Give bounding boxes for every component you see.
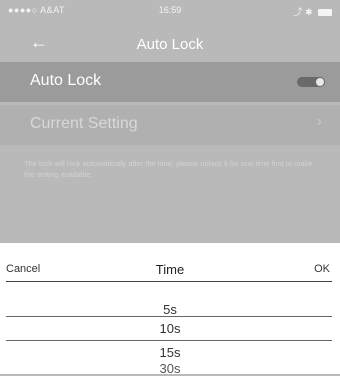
time-picker-sheet: Cancel Time OK 5s 10s 15s 30s: [0, 243, 340, 376]
current-setting-row[interactable]: Current Setting ›: [0, 105, 340, 145]
nav-bar: ← Auto Lock: [0, 28, 340, 62]
chevron-right-icon: ›: [316, 113, 322, 130]
header-divider: [6, 281, 332, 282]
sheet-header: Cancel Time OK: [0, 243, 340, 281]
ok-button[interactable]: OK: [314, 263, 330, 275]
selection-bottom-line: [6, 340, 332, 341]
auto-lock-hint: The lock will lock automatically after t…: [24, 159, 313, 179]
status-icons: ⤴ ✱: [293, 5, 332, 18]
status-bar: ●●●●○ A&AT 16:59 ⤴ ✱: [0, 0, 340, 22]
picker-option[interactable]: 15s: [0, 345, 340, 360]
location-bluetooth-icons: ⤴ ✱: [293, 7, 313, 17]
sheet-title: Time: [155, 262, 185, 277]
auto-lock-label: Auto Lock: [30, 72, 102, 89]
picker-option[interactable]: 5s: [0, 302, 340, 317]
auto-lock-row: Auto Lock: [0, 62, 340, 102]
auto-lock-toggle[interactable]: [297, 77, 325, 87]
status-time: 16:59: [158, 5, 182, 15]
current-setting-label: Current Setting: [30, 115, 138, 132]
page-title: Auto Lock: [136, 36, 204, 53]
toggle-knob: [316, 78, 324, 86]
battery-icon: [318, 9, 332, 17]
picker-option-selected[interactable]: 10s: [0, 321, 340, 336]
selection-top-line: [6, 316, 332, 317]
